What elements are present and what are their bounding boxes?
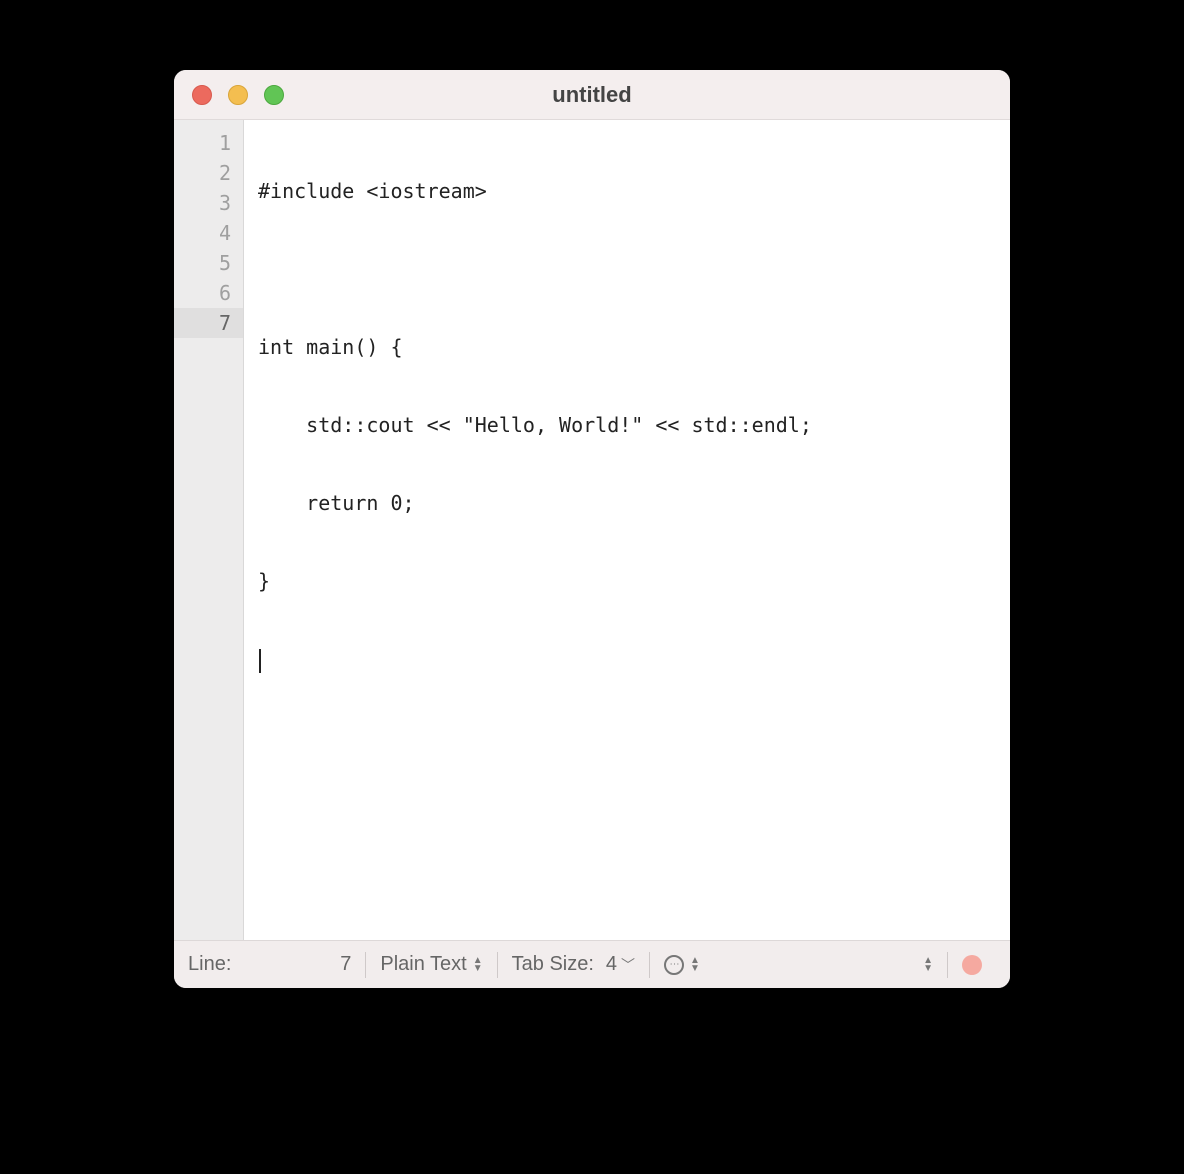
traffic-lights [174,85,284,105]
window-title: untitled [174,82,1010,108]
tab-size-label: Tab Size: [512,953,594,976]
code-line[interactable]: } [258,566,1010,596]
editor-window: untitled 1 2 3 4 5 6 7 #include <iostrea… [174,70,1010,988]
tab-size-value: 4 [606,953,617,976]
code-text-area[interactable]: #include <iostream> int main() { std::co… [244,120,1010,940]
line-number-gutter[interactable]: 1 2 3 4 5 6 7 [174,120,244,940]
chevron-down-icon: ﹀ [621,955,635,975]
code-line[interactable]: int main() { [258,332,1010,362]
line-value: 7 [245,953,365,976]
right-stepper[interactable]: ▲▼ [903,941,947,988]
minimize-button[interactable] [228,85,248,105]
stepper-icon: ▲▼ [473,957,483,973]
syntax-selector[interactable]: Plain Text ▲▼ [366,941,496,988]
code-line[interactable]: return 0; [258,488,1010,518]
line-number[interactable]: 1 [174,128,243,158]
line-label: Line: [188,941,245,988]
ellipsis-circle-icon: ⋯ [664,955,684,975]
statusbar: Line: 7 Plain Text ▲▼ Tab Size: 4 ﹀ ⋯ ▲▼… [174,940,1010,988]
editor-area: 1 2 3 4 5 6 7 #include <iostream> int ma… [174,120,1010,940]
titlebar[interactable]: untitled [174,70,1010,120]
maximize-button[interactable] [264,85,284,105]
status-indicator[interactable] [948,941,996,988]
code-line[interactable] [258,644,1010,674]
code-line[interactable]: #include <iostream> [258,176,1010,206]
line-number[interactable]: 4 [174,218,243,248]
tab-size-selector[interactable]: Tab Size: 4 ﹀ [498,941,649,988]
line-number[interactable]: 7 [174,308,243,338]
code-line[interactable] [258,254,1010,284]
line-number[interactable]: 3 [174,188,243,218]
more-options[interactable]: ⋯ ▲▼ [650,941,714,988]
status-dot-icon [962,955,982,975]
stepper-icon: ▲▼ [923,957,933,973]
line-number[interactable]: 5 [174,248,243,278]
line-number[interactable]: 2 [174,158,243,188]
stepper-icon: ▲▼ [690,957,700,973]
syntax-label: Plain Text [380,953,466,976]
code-line[interactable]: std::cout << "Hello, World!" << std::end… [258,410,1010,440]
line-number[interactable]: 6 [174,278,243,308]
text-cursor [259,649,261,673]
close-button[interactable] [192,85,212,105]
